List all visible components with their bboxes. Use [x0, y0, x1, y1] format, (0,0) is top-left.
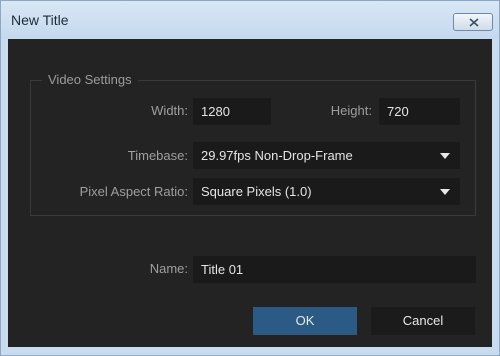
- timebase-value: 29.97fps Non-Drop-Frame: [201, 148, 353, 163]
- height-label: Height:: [330, 103, 372, 118]
- window-title: New Title: [11, 12, 69, 28]
- cancel-button[interactable]: Cancel: [371, 307, 475, 335]
- title-bar[interactable]: New Title: [1, 1, 499, 39]
- timebase-label: Timebase:: [127, 148, 188, 163]
- chevron-down-icon: [440, 189, 450, 195]
- pixel-aspect-ratio-dropdown[interactable]: Square Pixels (1.0): [193, 178, 460, 205]
- width-label: Width:: [151, 103, 188, 118]
- ok-button[interactable]: OK: [253, 307, 357, 335]
- pixel-aspect-ratio-value: Square Pixels (1.0): [201, 184, 312, 199]
- chevron-down-icon: [440, 153, 450, 159]
- close-icon: [469, 18, 479, 27]
- width-input[interactable]: 1280: [193, 98, 271, 125]
- name-input[interactable]: Title 01: [193, 256, 476, 283]
- video-settings-label: Video Settings: [42, 72, 138, 87]
- height-input[interactable]: 720: [379, 98, 460, 125]
- pixel-aspect-ratio-label: Pixel Aspect Ratio:: [79, 184, 188, 199]
- name-label: Name:: [149, 261, 188, 276]
- close-button[interactable]: [453, 13, 493, 31]
- timebase-dropdown[interactable]: 29.97fps Non-Drop-Frame: [193, 142, 460, 169]
